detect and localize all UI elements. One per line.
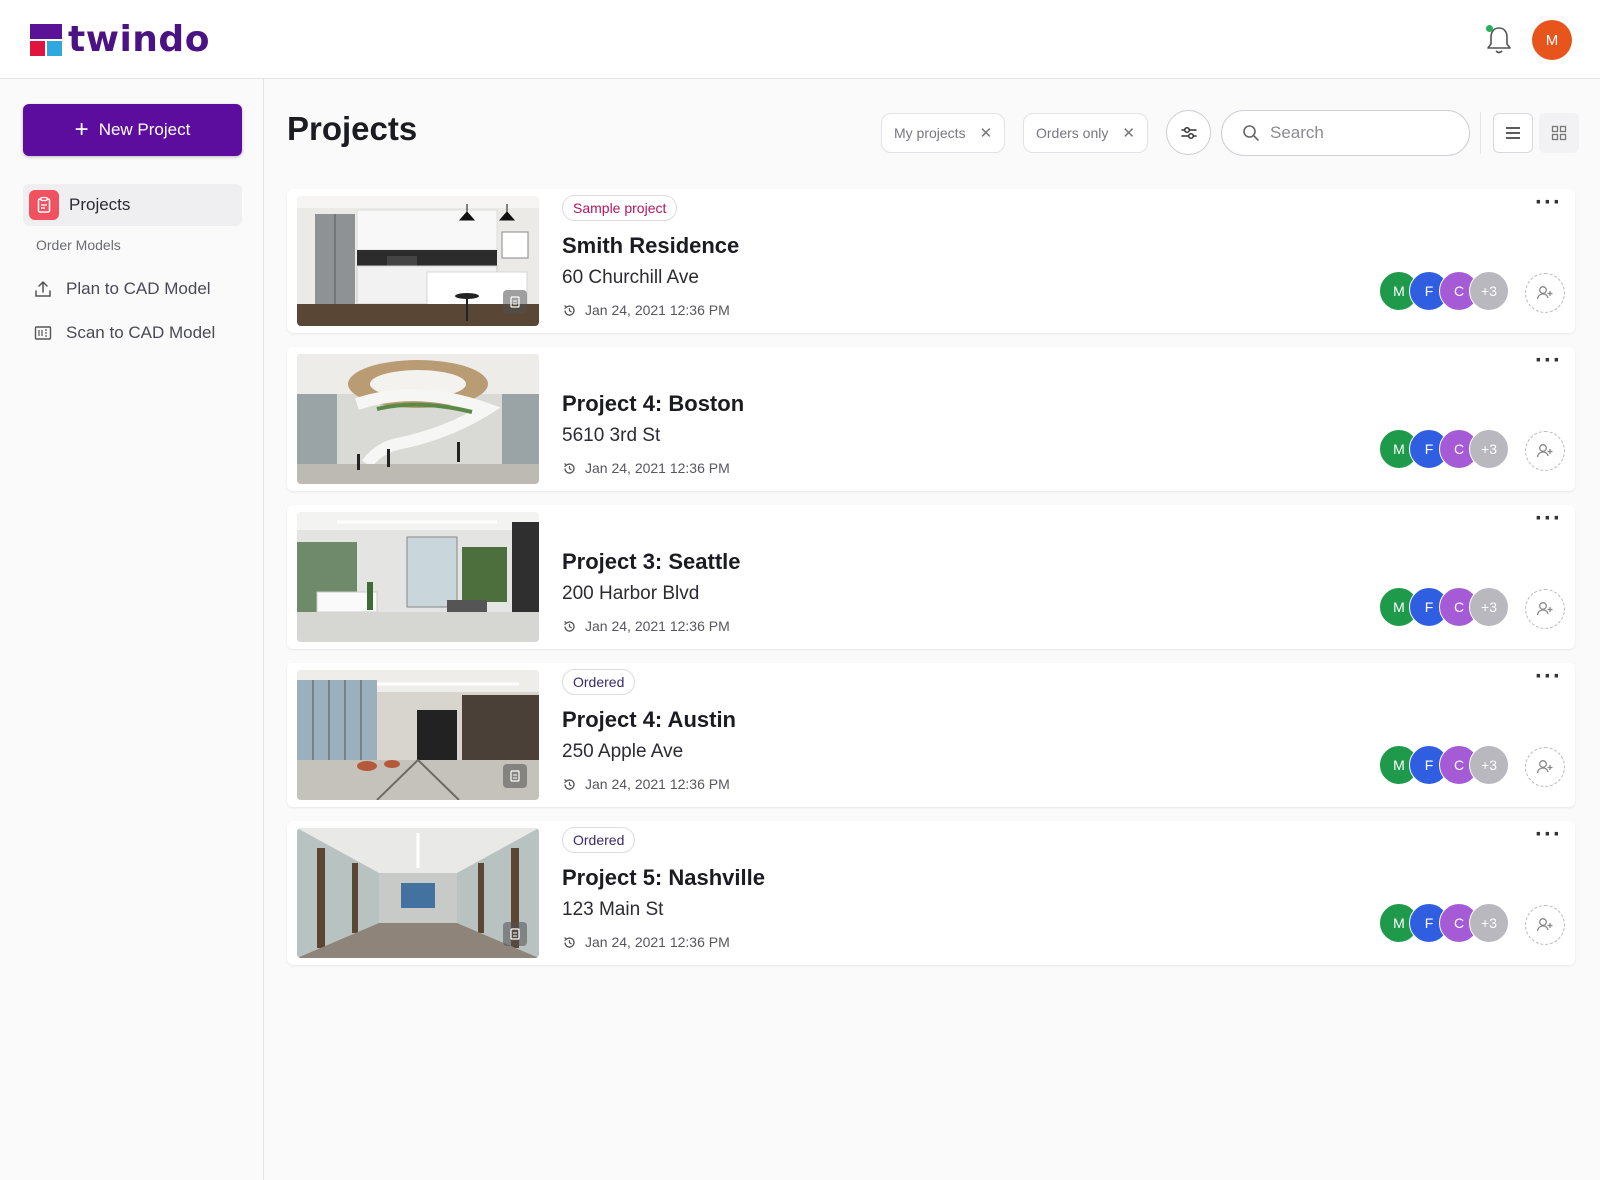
project-date-text: Jan 24, 2021 12:36 PM	[585, 776, 730, 792]
sliders-icon	[1180, 126, 1197, 139]
more-options-icon[interactable]: ···	[1535, 191, 1562, 215]
history-icon	[564, 462, 575, 474]
sidebar-item-label: Projects	[69, 195, 131, 214]
toolbar-divider	[1480, 112, 1481, 154]
project-date-text: Jan 24, 2021 12:36 PM	[585, 618, 730, 634]
add-member-icon[interactable]	[1525, 431, 1565, 471]
scan-icon	[34, 326, 52, 340]
search-input[interactable]	[1270, 123, 1450, 143]
member-avatar-more[interactable]: +3	[1469, 745, 1509, 785]
history-icon	[564, 936, 575, 948]
project-address: 123 Main St	[562, 899, 664, 920]
filter-chip-label: My projects	[894, 125, 966, 141]
project-date: Jan 24, 2021 12:36 PM	[562, 776, 730, 792]
add-member-icon[interactable]	[1525, 589, 1565, 629]
notification-dot	[1486, 25, 1493, 32]
member-avatar-more[interactable]: +3	[1469, 903, 1509, 943]
project-date-text: Jan 24, 2021 12:36 PM	[585, 302, 730, 318]
user-avatar[interactable]: M	[1532, 20, 1572, 60]
project-title[interactable]: Project 5: Nashville	[562, 865, 765, 891]
project-date: Jan 24, 2021 12:36 PM	[562, 302, 730, 318]
logo-text: twindo	[68, 19, 210, 60]
page-title: Projects	[287, 110, 418, 147]
member-avatars[interactable]: M F C +3	[1379, 745, 1519, 787]
new-project-button[interactable]: + New Project	[23, 104, 242, 156]
twindo-logo[interactable]: twindo	[30, 22, 210, 58]
search-icon	[1243, 125, 1259, 141]
project-title[interactable]: Project 3: Seattle	[562, 549, 741, 575]
new-project-label: New Project	[98, 120, 191, 139]
more-options-icon[interactable]: ···	[1535, 349, 1562, 373]
notification-bell-icon[interactable]	[1484, 24, 1514, 56]
project-status-badge: Sample project	[562, 195, 678, 221]
sidebar-item-label: Scan to CAD Model	[66, 323, 216, 342]
document-icon	[503, 764, 527, 788]
project-thumbnail[interactable]	[297, 828, 539, 958]
filter-chip-my-projects[interactable]: My projects ✕	[881, 113, 1006, 153]
close-icon[interactable]: ✕	[1122, 124, 1135, 142]
document-icon	[503, 290, 527, 314]
member-avatars[interactable]: M F C +3	[1379, 587, 1519, 629]
project-card[interactable]: Ordered Project 5: Nashville 123 Main St…	[287, 821, 1575, 965]
project-card[interactable]: Project 3: Seattle 200 Harbor Blvd Jan 2…	[287, 505, 1575, 649]
project-thumbnail[interactable]	[297, 670, 539, 800]
member-avatar-more[interactable]: +3	[1469, 271, 1509, 311]
project-address: 250 Apple Ave	[562, 741, 684, 762]
member-avatar-more[interactable]: +3	[1469, 587, 1509, 627]
project-status-badge: Ordered	[562, 827, 636, 853]
add-member-icon[interactable]	[1525, 273, 1565, 313]
project-date-text: Jan 24, 2021 12:36 PM	[585, 934, 730, 950]
sidebar: + New Project Projects Order Models Plan…	[0, 79, 264, 1180]
add-member-icon[interactable]	[1525, 747, 1565, 787]
member-avatar-more[interactable]: +3	[1469, 429, 1509, 469]
project-date: Jan 24, 2021 12:36 PM	[562, 460, 730, 476]
list-view-button[interactable]	[1493, 113, 1533, 153]
project-address: 200 Harbor Blvd	[562, 583, 700, 604]
top-bar: twindo M	[0, 0, 1600, 79]
document-icon	[503, 922, 527, 946]
logo-mark-icon	[30, 24, 62, 56]
project-date: Jan 24, 2021 12:36 PM	[562, 934, 730, 950]
more-options-icon[interactable]: ···	[1535, 665, 1562, 689]
project-card[interactable]: Ordered Project 4: Austin 250 Apple Ave …	[287, 663, 1575, 807]
filter-settings-button[interactable]	[1166, 110, 1211, 155]
grid-view-button[interactable]	[1539, 113, 1579, 153]
history-icon	[564, 304, 575, 316]
project-status-badge: Ordered	[562, 669, 636, 695]
project-thumbnail[interactable]	[297, 512, 539, 642]
add-member-icon[interactable]	[1525, 905, 1565, 945]
filter-chip-label: Orders only	[1036, 125, 1109, 141]
list-icon	[1506, 127, 1520, 139]
sidebar-item-label: Plan to CAD Model	[66, 279, 211, 298]
search-box[interactable]	[1221, 110, 1470, 156]
project-thumbnail[interactable]	[297, 196, 539, 326]
project-card[interactable]: Sample project Smith Residence 60 Church…	[287, 189, 1575, 333]
member-avatars[interactable]: M F C +3	[1379, 903, 1519, 945]
section-label-order-models: Order Models	[36, 237, 121, 253]
plus-icon: +	[74, 116, 89, 143]
grid-icon	[1551, 125, 1567, 141]
project-title[interactable]: Project 4: Austin	[562, 707, 736, 733]
project-date: Jan 24, 2021 12:36 PM	[562, 618, 730, 634]
project-address: 5610 3rd St	[562, 425, 661, 446]
project-card[interactable]: Project 4: Boston 5610 3rd St Jan 24, 20…	[287, 347, 1575, 491]
sidebar-item-plan-to-cad[interactable]: Plan to CAD Model	[34, 274, 211, 304]
project-title[interactable]: Smith Residence	[562, 233, 739, 259]
upload-icon	[35, 281, 51, 297]
history-icon	[564, 778, 575, 790]
project-address: 60 Churchill Ave	[562, 267, 699, 288]
more-options-icon[interactable]: ···	[1535, 823, 1562, 847]
history-icon	[564, 620, 575, 632]
sidebar-item-projects[interactable]: Projects	[23, 184, 242, 226]
member-avatars[interactable]: M F C +3	[1379, 271, 1519, 313]
project-title[interactable]: Project 4: Boston	[562, 391, 744, 417]
more-options-icon[interactable]: ···	[1535, 507, 1562, 531]
clipboard-icon	[29, 190, 59, 220]
project-date-text: Jan 24, 2021 12:36 PM	[585, 460, 730, 476]
filter-chip-orders-only[interactable]: Orders only ✕	[1023, 113, 1148, 153]
close-icon[interactable]: ✕	[980, 124, 993, 142]
sidebar-item-scan-to-cad[interactable]: Scan to CAD Model	[34, 318, 215, 348]
project-thumbnail[interactable]	[297, 354, 539, 484]
member-avatars[interactable]: M F C +3	[1379, 429, 1519, 471]
